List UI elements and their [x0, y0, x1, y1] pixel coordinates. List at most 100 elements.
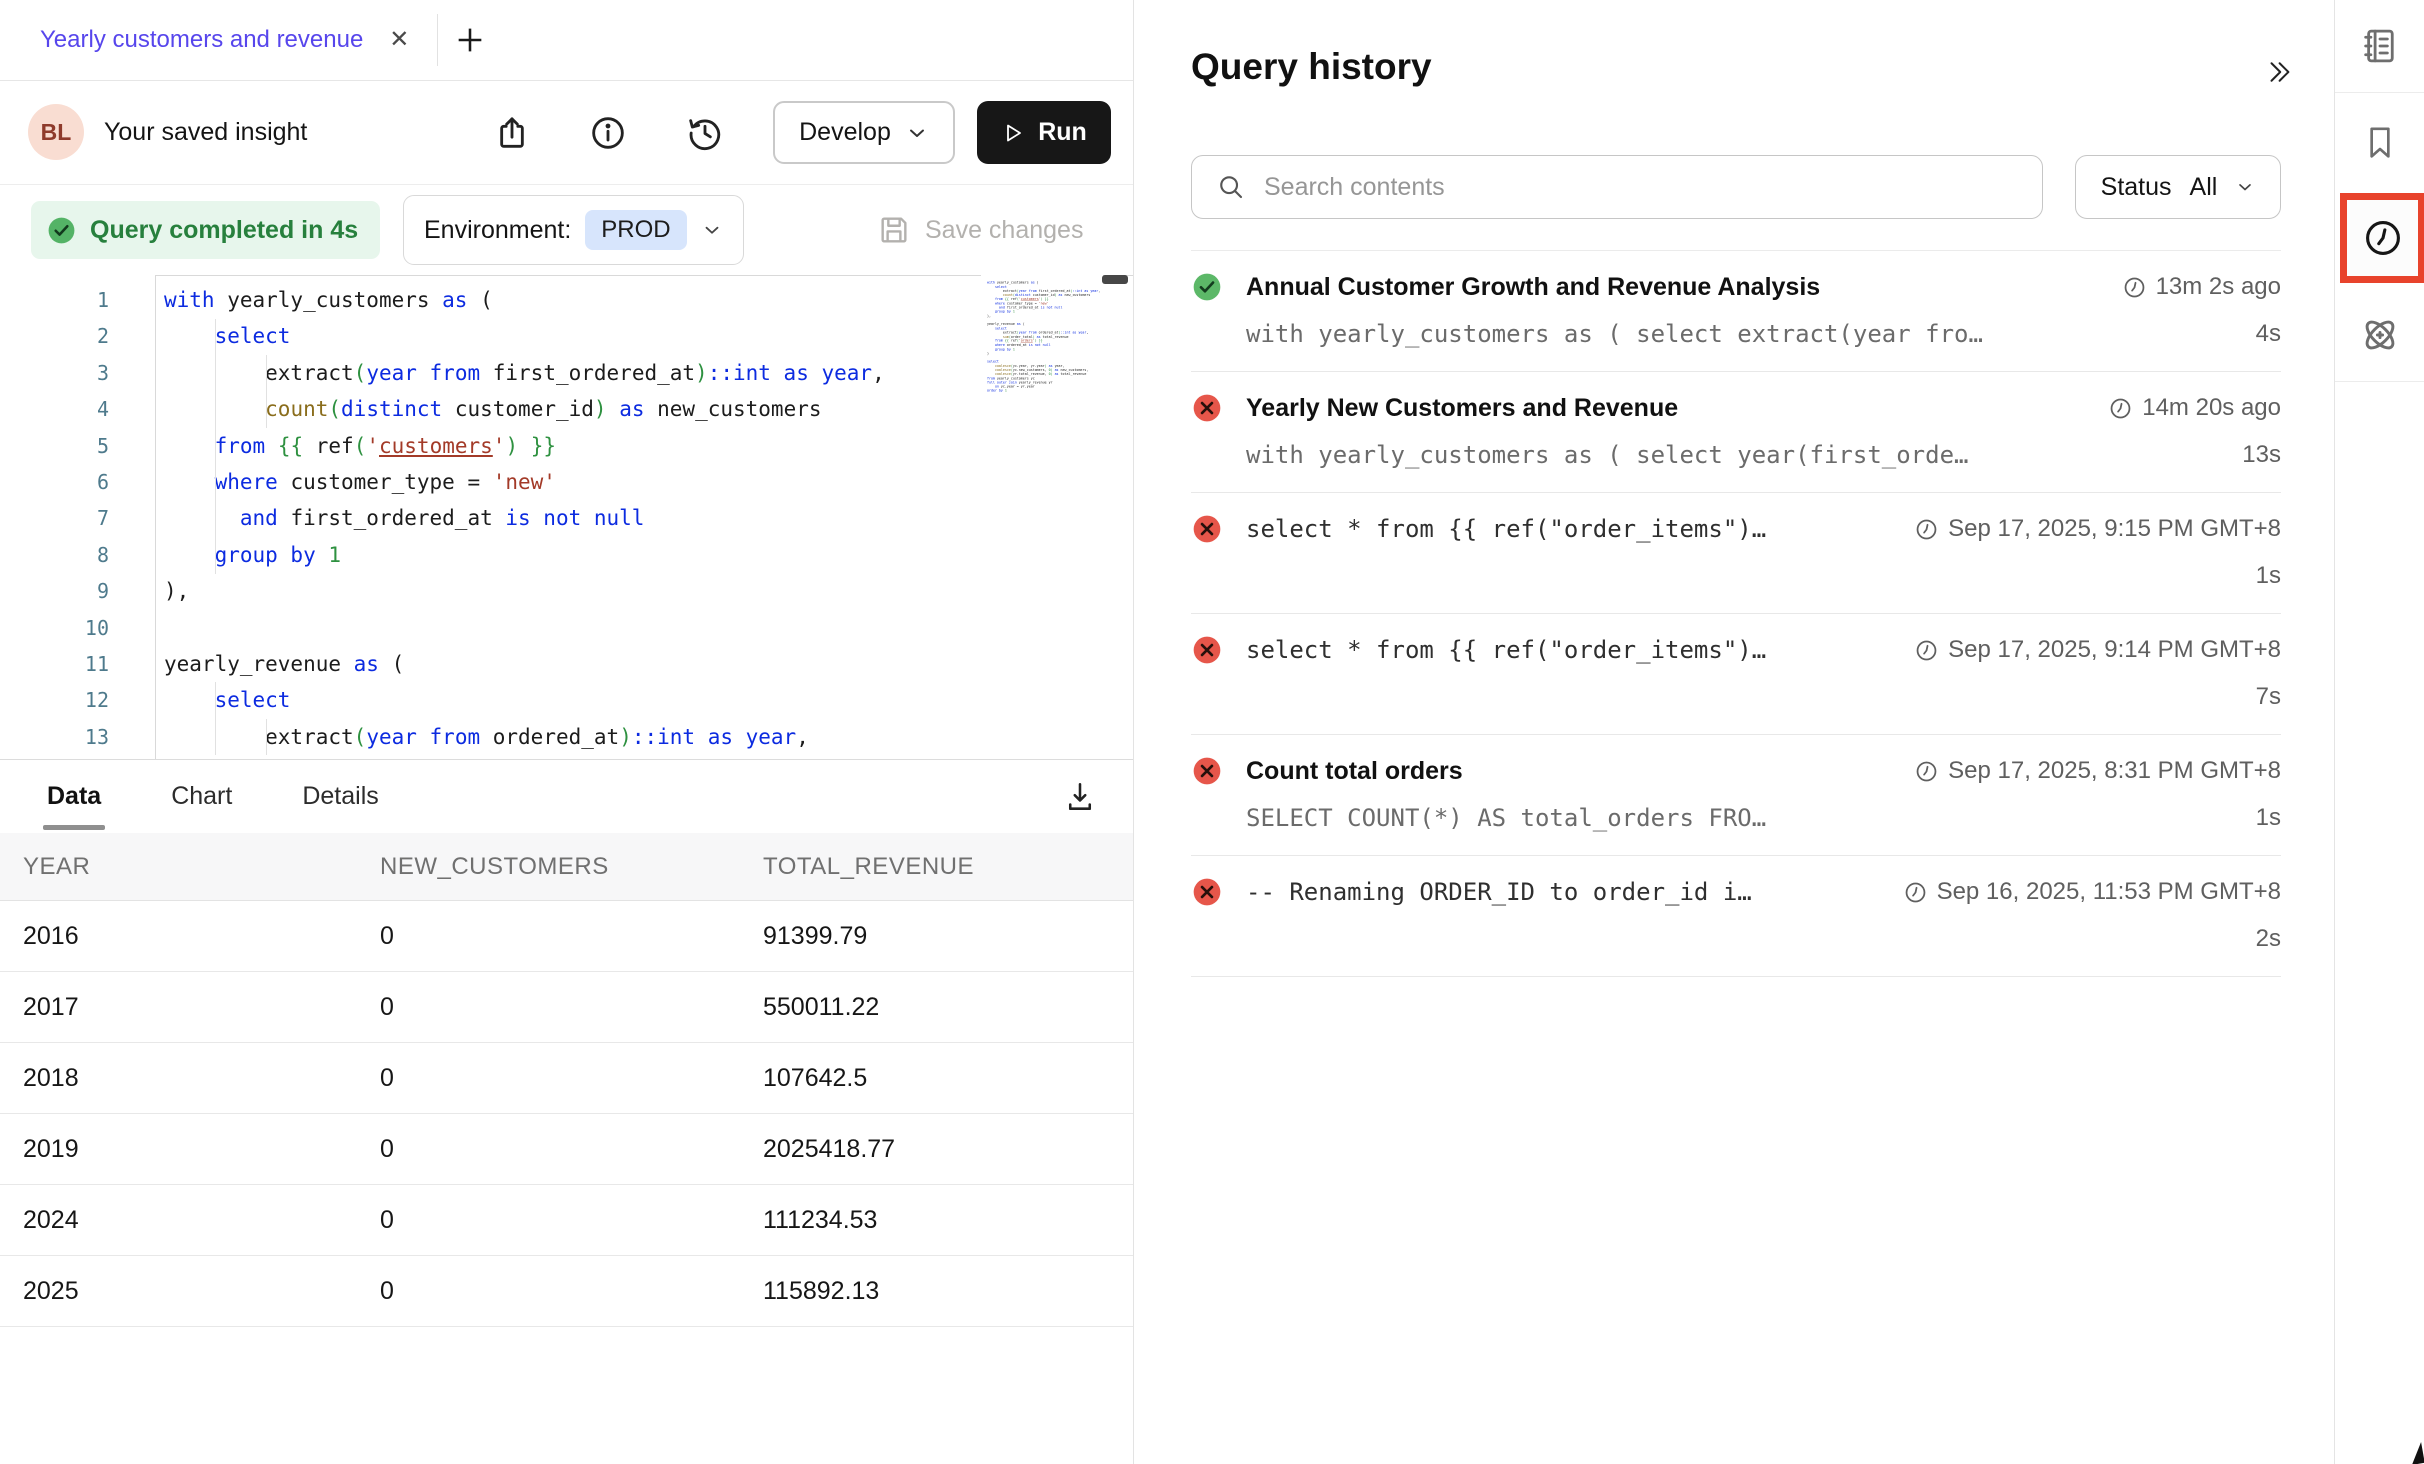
- compass-explore-icon: [2358, 313, 2402, 357]
- download-results-button[interactable]: [1057, 774, 1103, 820]
- clock-icon: [2361, 216, 2405, 260]
- column-header-year: YEAR: [0, 853, 380, 881]
- clock-small-icon: [1903, 880, 1928, 905]
- query-history-panel-button[interactable]: [2340, 193, 2424, 283]
- cell-new-customers: 0: [380, 993, 763, 1022]
- history-item[interactable]: Yearly New Customers and Revenue 14m 20s…: [1191, 372, 2281, 493]
- tab-close-icon[interactable]: ✕: [389, 28, 409, 52]
- notebook-panel-button[interactable]: [2335, 0, 2424, 92]
- tab-chart[interactable]: Chart: [171, 760, 232, 833]
- table-header-row: YEAR NEW_CUSTOMERS TOTAL_REVENUE: [0, 833, 1133, 901]
- history-item-time: Sep 16, 2025, 11:53 PM GMT+8: [1903, 878, 2281, 906]
- share-button[interactable]: [488, 109, 536, 157]
- results-tab-bar: Data Chart Details: [0, 759, 1133, 833]
- history-item-header: select * from {{ ref("order_items")… Sep…: [1191, 511, 2281, 547]
- clock-small-icon: [1914, 638, 1939, 663]
- history-item[interactable]: -- Renaming ORDER_ID to order_id i… Sep …: [1191, 856, 2281, 977]
- bookmarks-panel-button[interactable]: [2335, 97, 2424, 188]
- editor-scrollbar-thumb[interactable]: [1102, 275, 1128, 284]
- history-clock-icon: [685, 113, 725, 153]
- clock-small-icon: [1914, 517, 1939, 542]
- tab-data[interactable]: Data: [47, 760, 101, 833]
- search-input[interactable]: [1264, 173, 2018, 202]
- save-icon: [877, 213, 911, 247]
- history-item-header: select * from {{ ref("order_items")… Sep…: [1191, 632, 2281, 668]
- history-item-title: Annual Customer Growth and Revenue Analy…: [1246, 273, 2099, 302]
- history-item-detail: 1s: [1191, 559, 2281, 593]
- notebook-icon: [2359, 25, 2401, 67]
- double-chevron-right-icon: [2262, 57, 2296, 87]
- history-item-time-text: Sep 17, 2025, 9:14 PM GMT+8: [1948, 636, 2281, 664]
- chevron-down-icon: [2235, 177, 2255, 197]
- panel-title: Query history: [1191, 46, 1432, 88]
- history-item[interactable]: select * from {{ ref("order_items")… Sep…: [1191, 493, 2281, 614]
- history-item-duration: 1s: [2256, 562, 2281, 590]
- check-circle-icon: [46, 215, 77, 246]
- tab-yearly-customers[interactable]: Yearly customers and revenue ✕: [0, 0, 437, 80]
- cell-new-customers: 0: [380, 922, 763, 951]
- cell-total-revenue: 91399.79: [763, 922, 1133, 951]
- version-history-button[interactable]: [681, 109, 729, 157]
- table-body: 2016 0 91399.79 2017 0 550011.22 2018 0 …: [0, 901, 1133, 1327]
- history-item[interactable]: select * from {{ ref("order_items")… Sep…: [1191, 614, 2281, 735]
- error-x-icon: [1191, 755, 1223, 787]
- tab-details[interactable]: Details: [302, 760, 378, 833]
- history-item-time-text: Sep 17, 2025, 9:15 PM GMT+8: [1948, 515, 2281, 543]
- table-row: 2018 0 107642.5: [0, 1043, 1133, 1114]
- save-changes-button[interactable]: Save changes: [877, 185, 1083, 275]
- table-row: 2017 0 550011.22: [0, 972, 1133, 1043]
- success-check-icon: [1191, 271, 1223, 303]
- environment-selector[interactable]: Environment: PROD: [403, 195, 744, 265]
- history-item-time-text: 14m 20s ago: [2142, 394, 2281, 422]
- history-item[interactable]: Annual Customer Growth and Revenue Analy…: [1191, 251, 2281, 372]
- status-filter-value: All: [2190, 173, 2218, 202]
- insight-subtitle: Your saved insight: [104, 81, 307, 184]
- history-list: Annual Customer Growth and Revenue Analy…: [1191, 250, 2281, 977]
- line-numbers: 1234567891011121314151617181920212223242…: [0, 275, 155, 759]
- history-status-icon: [1191, 271, 1223, 303]
- history-item[interactable]: Count total orders Sep 17, 2025, 8:31 PM…: [1191, 735, 2281, 856]
- new-tab-button[interactable]: [438, 0, 502, 80]
- chevron-down-icon: [905, 121, 929, 145]
- download-icon: [1062, 779, 1098, 815]
- environment-value: PROD: [585, 210, 686, 250]
- history-item-snippet: SELECT COUNT(*) AS total_orders FRO…: [1246, 804, 2236, 832]
- cell-year: 2016: [0, 922, 380, 951]
- clock-small-icon: [2108, 396, 2133, 421]
- code-minimap[interactable]: with yearly_customers as ( select extrac…: [981, 275, 1103, 759]
- table-row: 2016 0 91399.79: [0, 901, 1133, 972]
- collapse-panel-button[interactable]: [2254, 50, 2304, 94]
- history-item-time: Sep 17, 2025, 9:14 PM GMT+8: [1914, 636, 2281, 664]
- status-filter-dropdown[interactable]: Status All: [2075, 155, 2281, 219]
- error-x-icon: [1191, 634, 1223, 666]
- history-item-snippet: with yearly_customers as ( select year(f…: [1246, 441, 2222, 469]
- app-root: Yearly customers and revenue ✕ BL Your s…: [0, 0, 2424, 1464]
- environment-label: Environment:: [424, 216, 571, 245]
- search-box[interactable]: [1191, 155, 2043, 219]
- history-item-duration: 13s: [2242, 441, 2281, 469]
- indent-guide: [266, 719, 267, 755]
- insight-header: BL Your saved insight Develop Run: [0, 81, 1133, 185]
- run-button[interactable]: Run: [977, 101, 1111, 164]
- info-button[interactable]: [584, 109, 632, 157]
- bookmark-icon: [2360, 123, 2400, 163]
- cell-total-revenue: 2025418.77: [763, 1135, 1133, 1164]
- clock-small-icon: [1914, 759, 1939, 784]
- results-table: YEAR NEW_CUSTOMERS TOTAL_REVENUE 2016 0 …: [0, 833, 1133, 1464]
- history-item-detail: 7s: [1191, 680, 2281, 714]
- avatar: BL: [28, 104, 84, 160]
- table-row: 2024 0 111234.53: [0, 1185, 1133, 1256]
- error-x-icon: [1191, 876, 1223, 908]
- history-item-title: select * from {{ ref("order_items")…: [1246, 515, 1891, 543]
- plus-icon: [453, 23, 487, 57]
- lineage-panel-button[interactable]: [2335, 288, 2424, 381]
- sql-editor[interactable]: 1234567891011121314151617181920212223242…: [0, 275, 1133, 759]
- history-item-time: 13m 2s ago: [2122, 273, 2281, 301]
- error-x-icon: [1191, 392, 1223, 424]
- cell-total-revenue: 107642.5: [763, 1064, 1133, 1093]
- history-status-icon: [1191, 513, 1223, 545]
- play-icon: [1001, 121, 1025, 145]
- history-item-time-text: 13m 2s ago: [2156, 273, 2281, 301]
- info-icon: [588, 113, 628, 153]
- develop-button[interactable]: Develop: [773, 101, 955, 164]
